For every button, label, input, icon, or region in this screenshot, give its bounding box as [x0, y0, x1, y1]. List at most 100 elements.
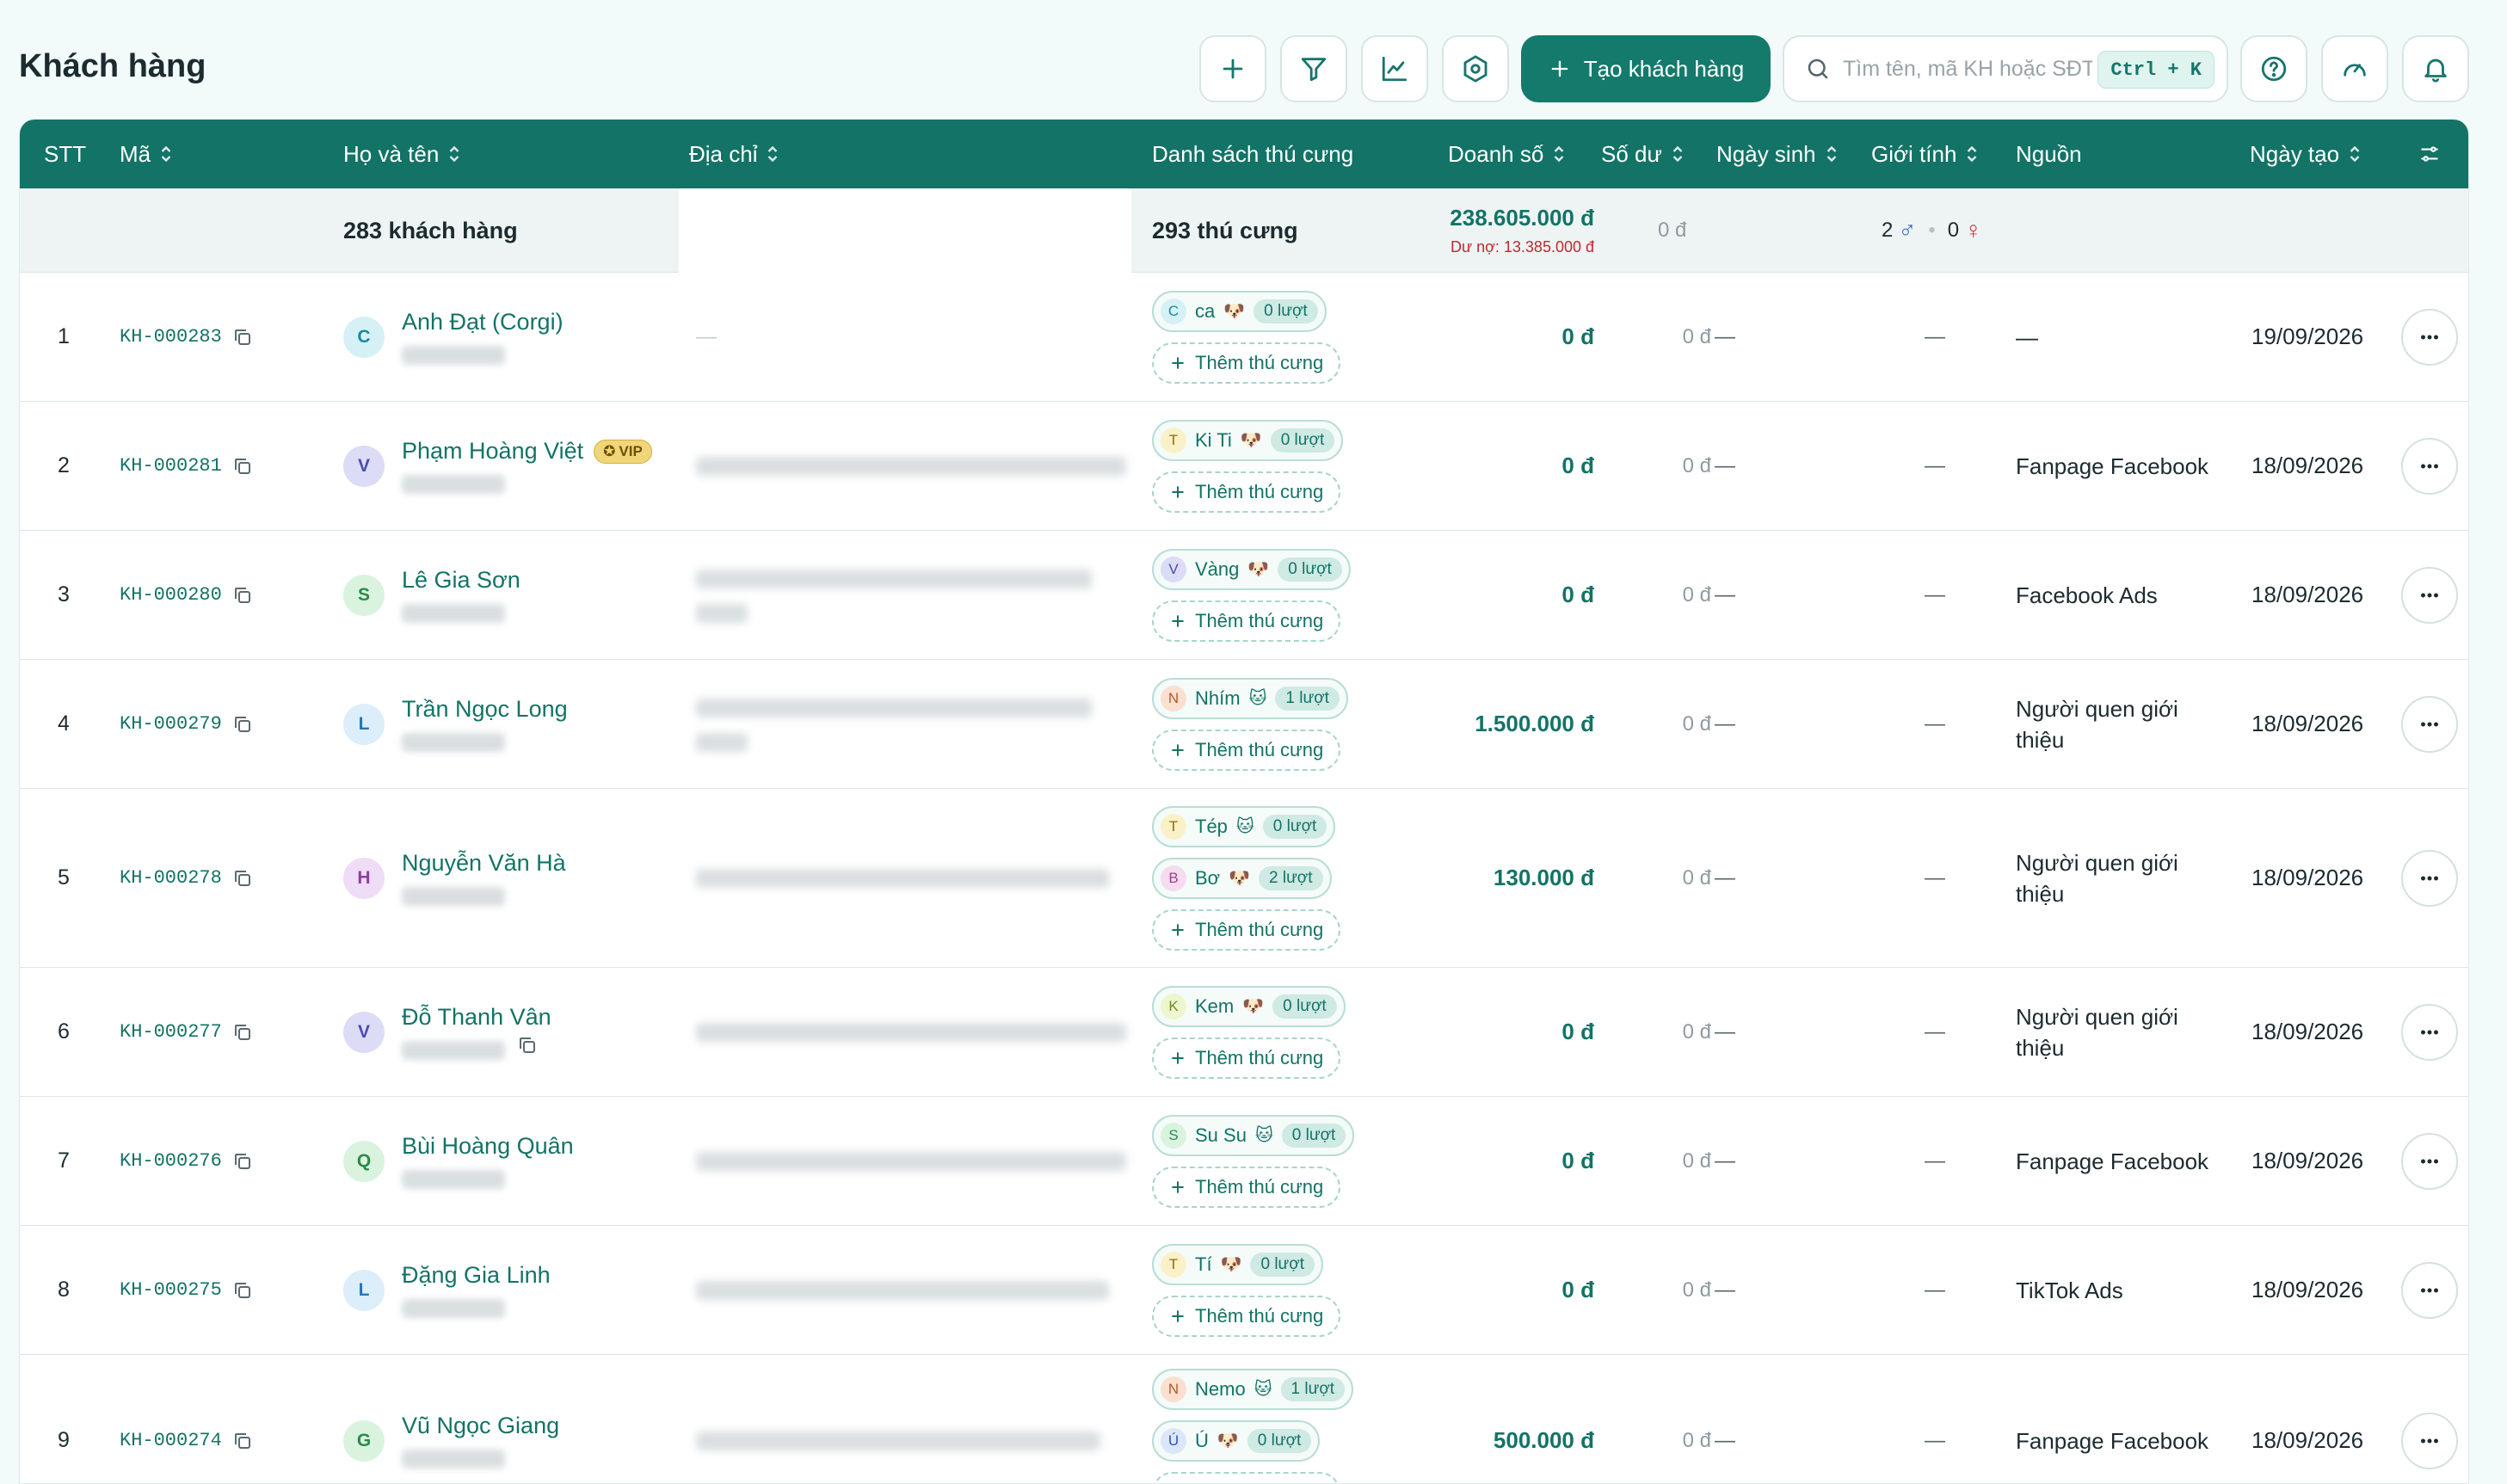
customer-code[interactable]: KH-000276 [120, 1097, 253, 1225]
copy-icon[interactable] [232, 327, 253, 348]
customer-name[interactable]: Đỗ Thanh Vân [402, 1004, 551, 1031]
summary-address-cell [679, 188, 1131, 273]
customer-name[interactable]: Trần Ngọc Long [402, 696, 568, 723]
header-revenue[interactable]: Doanh số [1448, 120, 1566, 188]
more-actions-button[interactable] [2401, 1261, 2458, 1319]
add-pet-button[interactable]: Thêm thú cưng [1152, 729, 1341, 771]
copy-icon[interactable] [232, 1022, 253, 1043]
customer-code[interactable]: KH-000274 [120, 1355, 253, 1483]
summary-customer-count: 283 khách hàng [343, 217, 518, 243]
table-row[interactable]: 6 KH-000277 V Đỗ Thanh Vân K Kem 🐶 0 lượ… [20, 968, 2468, 1097]
pet-chip[interactable]: C ca 🐶 0 lượt [1152, 290, 1327, 332]
column-settings-button[interactable] [2418, 120, 2441, 188]
customer-code[interactable]: KH-000281 [120, 402, 253, 530]
header-address[interactable]: Địa chỉ [689, 120, 779, 188]
avatar-cell: C [343, 273, 385, 401]
more-actions-button[interactable] [2401, 1412, 2458, 1469]
plus-icon [1172, 743, 1184, 756]
table-row[interactable]: 7 KH-000276 Q Bùi Hoàng Quân S Su Su � [20, 1097, 2468, 1226]
table-row[interactable]: 3 KH-000280 S Lê Gia Sơn V Vàng 🐶 0 lượt… [20, 531, 2468, 660]
notifications-button[interactable] [2402, 35, 2469, 102]
header-balance[interactable]: Số dư [1601, 120, 1685, 188]
search-input[interactable] [1843, 56, 2092, 82]
more-actions-button[interactable] [2401, 566, 2458, 624]
customer-code[interactable]: KH-000277 [120, 968, 253, 1096]
copy-icon[interactable] [232, 456, 253, 477]
pet-chip[interactable]: K Kem 🐶 0 lượt [1152, 985, 1346, 1027]
copy-icon[interactable] [232, 585, 253, 606]
add-pet-button[interactable]: Thêm thú cưng [1152, 471, 1341, 513]
header-code[interactable]: Mã [120, 120, 173, 188]
balance-cell: 0 đ [1682, 324, 1711, 348]
filter-button[interactable] [1280, 35, 1347, 102]
add-pet-button[interactable]: Thêm thú cưng [1152, 1037, 1341, 1079]
pet-chip[interactable]: S Su Su 🐱 0 lượt [1152, 1114, 1355, 1156]
table-row[interactable]: 2 KH-000281 V Phạm Hoàng Việt ✪ VIP T Ki… [20, 402, 2468, 531]
pet-chip[interactable]: T Tép 🐱 0 lượt [1152, 805, 1336, 847]
pet-chip[interactable]: T Tí 🐶 0 lượt [1152, 1243, 1323, 1285]
customer-code[interactable]: KH-000275 [120, 1226, 253, 1354]
header-gender[interactable]: Giới tính [1871, 120, 1979, 188]
add-pet-button[interactable]: Thêm thú cưng [1152, 1471, 1341, 1483]
search-box[interactable]: Ctrl + K [1783, 35, 2228, 102]
header-name[interactable]: Họ và tên [343, 120, 461, 188]
more-actions-button[interactable] [2401, 437, 2458, 495]
add-pet-label: Thêm thú cưng [1195, 480, 1324, 502]
table-row[interactable]: 9 KH-000274 G Vũ Ngọc Giang N Nemo 🐱 1 l… [20, 1355, 2468, 1483]
header-birthday[interactable]: Ngày sinh [1716, 120, 1839, 188]
pet-visits-badge: 0 lượt [1272, 994, 1337, 1019]
customer-name[interactable]: Phạm Hoàng Việt ✪ VIP [402, 438, 652, 465]
copy-icon[interactable] [232, 1431, 253, 1451]
create-customer-button[interactable]: Tạo khách hàng [1521, 35, 1771, 102]
chart-button[interactable] [1361, 35, 1428, 102]
add-pet-button[interactable]: Thêm thú cưng [1152, 1295, 1341, 1337]
source-cell: Người quen giới thiệu [2016, 849, 2178, 907]
more-actions-button[interactable] [2401, 1132, 2458, 1190]
more-actions-button[interactable] [2401, 308, 2458, 366]
more-actions-button[interactable] [2401, 695, 2458, 753]
sort-icon [2350, 145, 2360, 163]
header-created[interactable]: Ngày tạo [2250, 120, 2362, 188]
customer-name[interactable]: Bùi Hoàng Quân [402, 1133, 574, 1160]
copy-icon[interactable] [232, 868, 253, 889]
separator-dot: • [1928, 219, 1936, 242]
table-row[interactable]: 5 KH-000278 H Nguyễn Văn Hà T Tép 🐱 0 lư… [20, 789, 2468, 968]
customer-name[interactable]: Anh Đạt (Corgi) [402, 309, 564, 336]
add-pet-button[interactable]: Thêm thú cưng [1152, 342, 1341, 384]
customer-name[interactable]: Nguyễn Văn Hà [402, 850, 566, 877]
copy-icon[interactable] [232, 1151, 253, 1172]
customer-code[interactable]: KH-000280 [120, 531, 253, 659]
customer-code[interactable]: KH-000278 [120, 789, 253, 967]
add-pet-button[interactable]: Thêm thú cưng [1152, 908, 1341, 951]
pet-visits-badge: 2 lượt [1259, 865, 1323, 890]
table-row[interactable]: 8 KH-000275 L Đặng Gia Linh T Tí 🐶 0 lượ… [20, 1226, 2468, 1355]
pet-chip[interactable]: V Vàng 🐶 0 lượt [1152, 548, 1351, 590]
table-row[interactable]: 4 KH-000279 L Trần Ngọc Long N Nhím 🐱 1 … [20, 660, 2468, 789]
add-button[interactable] [1199, 35, 1266, 102]
table-row[interactable]: 1 KH-000283 C Anh Đạt (Corgi) — C ca 🐶 0… [20, 273, 2468, 402]
copy-icon[interactable] [232, 714, 253, 735]
pet-chip[interactable]: Ú Ú 🐶 0 lượt [1152, 1419, 1321, 1462]
pet-chip[interactable]: B Bơ 🐶 2 lượt [1152, 857, 1332, 899]
pet-chip[interactable]: T Ki Ti 🐶 0 lượt [1152, 419, 1344, 461]
row-actions [2401, 1097, 2458, 1225]
add-pet-button[interactable]: Thêm thú cưng [1152, 600, 1341, 642]
created-date-cell: 19/09/2026 [2251, 323, 2364, 349]
customer-code[interactable]: KH-000283 [120, 273, 253, 401]
customer-code[interactable]: KH-000279 [120, 660, 253, 788]
settings-button[interactable] [1442, 35, 1509, 102]
dashboard-button[interactable] [2321, 35, 2388, 102]
plus-icon [1172, 1309, 1184, 1322]
help-button[interactable] [2240, 35, 2307, 102]
copy-icon[interactable] [517, 1035, 538, 1056]
more-actions-button[interactable] [2401, 849, 2458, 907]
address-cell: — [696, 324, 717, 348]
customer-name[interactable]: Vũ Ngọc Giang [402, 1413, 559, 1439]
customer-name[interactable]: Lê Gia Sơn [402, 567, 520, 594]
copy-icon[interactable] [232, 1280, 253, 1301]
pet-chip[interactable]: N Nemo 🐱 1 lượt [1152, 1368, 1354, 1410]
customer-name[interactable]: Đặng Gia Linh [402, 1262, 551, 1289]
more-actions-button[interactable] [2401, 1003, 2458, 1061]
pet-chip[interactable]: N Nhím 🐱 1 lượt [1152, 677, 1348, 719]
add-pet-button[interactable]: Thêm thú cưng [1152, 1166, 1341, 1208]
